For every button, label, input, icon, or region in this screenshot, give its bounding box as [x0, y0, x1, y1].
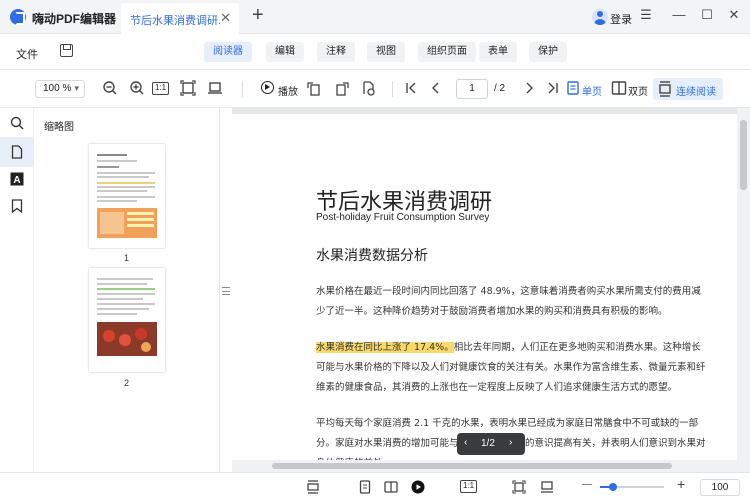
continuous-view-icon[interactable] — [306, 480, 320, 494]
tab-view[interactable]: 视图 — [367, 42, 405, 62]
zoom-in-button[interactable]: + — [677, 476, 685, 492]
zoom-value-input[interactable]: 100 — [700, 479, 740, 496]
thumbnails-title: 缩略图 — [44, 122, 74, 133]
toolbar: 100 % ▾ 1:1 播放 1 / 2 单页 双页 连续阅读 — [0, 70, 750, 108]
thumbnails-panel: 缩略图 1 2 — [34, 108, 220, 472]
zoom-out-icon[interactable] — [102, 80, 118, 96]
single-view-icon[interactable] — [358, 480, 372, 494]
single-page-icon[interactable] — [565, 80, 581, 96]
next-page-button[interactable]: › — [509, 437, 512, 448]
close-tab-icon[interactable]: ✕ — [220, 10, 231, 26]
page-total: / 2 — [494, 83, 506, 94]
tab-annotate[interactable]: 注释 — [317, 42, 355, 62]
play-label[interactable]: 播放 — [278, 83, 298, 98]
paragraph: 水果价格在最近一段时间内同比回落了 48.9%，这意味着消费者购买水果所需支付的… — [316, 286, 701, 317]
login-label: 登录 — [610, 14, 632, 26]
horizontal-scrollbar[interactable] — [232, 460, 737, 472]
play-icon[interactable] — [261, 81, 274, 94]
tab-forms[interactable]: 表单 — [479, 42, 517, 62]
play-icon[interactable] — [411, 480, 425, 494]
tab-reader[interactable]: 阅读器 — [204, 42, 252, 62]
thumbnails-icon[interactable] — [10, 145, 24, 159]
document-subtitle: Post-holiday Fruit Consumption Survey — [316, 212, 490, 223]
app-title: 嗨动PDF编辑器 — [32, 12, 117, 26]
panel-splitter-handle[interactable] — [222, 287, 230, 295]
chevron-down-icon: ▾ — [74, 83, 79, 93]
page-thumbnail-number: 2 — [124, 378, 130, 388]
floating-page-navigator: ‹ 1/2 › — [457, 433, 525, 455]
page-thumbnail-number: 1 — [124, 253, 130, 263]
snapshot-icon[interactable] — [361, 80, 377, 96]
bookmark-icon[interactable] — [10, 199, 24, 213]
previous-page-icon[interactable] — [428, 80, 444, 96]
close-window-button[interactable]: ✕ — [726, 7, 742, 23]
actual-size-button[interactable]: 1:1 — [460, 480, 477, 493]
fit-width-icon[interactable] — [207, 80, 223, 96]
page-number-input[interactable]: 1 — [456, 79, 488, 99]
tab-protect[interactable]: 保护 — [529, 42, 567, 62]
double-page-label[interactable]: 双页 — [628, 83, 648, 98]
rotate-right-icon[interactable] — [334, 80, 350, 96]
toolbar-divider — [392, 81, 393, 97]
paragraph: 水果消费在同比上涨了 17.4%。相比去年同期，人们正在更多地购买和消费水果。这… — [316, 338, 706, 398]
zoom-out-button[interactable]: — — [582, 479, 592, 490]
maximize-button[interactable]: ☐ — [699, 7, 715, 23]
continuous-reading-button[interactable]: 连续阅读 — [653, 78, 723, 100]
file-menu[interactable]: 文件 — [16, 46, 38, 62]
previous-page-button[interactable]: ‹ — [464, 437, 467, 448]
svg-text:A: A — [13, 175, 20, 186]
section-heading: 水果消费数据分析 — [316, 248, 428, 264]
user-avatar-icon — [592, 9, 608, 25]
last-page-icon[interactable] — [545, 80, 561, 96]
double-page-icon[interactable] — [611, 80, 627, 96]
document-tab[interactable]: 节后水果消费调研.p... ✕ — [121, 3, 239, 34]
text-icon[interactable]: A — [10, 172, 24, 186]
zoom-select-value: 100 % — [43, 83, 72, 94]
continuous-reading-icon — [659, 81, 671, 97]
zoom-slider-knob[interactable] — [608, 483, 617, 491]
minimize-button[interactable]: — — [671, 7, 687, 23]
save-icon[interactable] — [60, 44, 73, 57]
document-viewport: 节后水果消费调研 Post-holiday Fruit Consumption … — [232, 108, 750, 472]
tab-edit[interactable]: 编辑 — [266, 42, 304, 62]
tab-organize-pages[interactable]: 组织页面 — [418, 42, 476, 62]
first-page-icon[interactable] — [403, 80, 419, 96]
fit-page-icon[interactable] — [180, 80, 196, 96]
single-page-label[interactable]: 单页 — [582, 83, 602, 98]
app-logo-icon — [10, 9, 26, 25]
document-tab-label: 节后水果消费调研.p... — [130, 15, 220, 27]
zoom-slider[interactable] — [600, 483, 664, 491]
fit-width-icon[interactable] — [540, 480, 554, 494]
page-thumbnail-2[interactable] — [89, 268, 165, 372]
actual-size-button[interactable]: 1:1 — [152, 82, 169, 95]
title-bar: 嗨动PDF编辑器 节后水果消费调研.p... ✕ + 登录 ☰ — ☐ ✕ — [0, 0, 750, 34]
page-indicator: 1/2 — [481, 438, 495, 449]
toolbar-divider — [242, 81, 243, 97]
new-tab-button[interactable]: + — [252, 5, 264, 25]
horizontal-scrollbar-thumb[interactable] — [272, 463, 672, 469]
document-page: 节后水果消费调研 Post-holiday Fruit Consumption … — [232, 114, 737, 472]
vertical-scrollbar[interactable] — [737, 108, 750, 472]
rotate-left-icon[interactable] — [306, 80, 322, 96]
continuous-reading-label: 连续阅读 — [676, 87, 716, 98]
left-icon-rail: A — [0, 108, 34, 472]
page-thumbnail-1[interactable] — [89, 144, 165, 248]
fit-page-icon[interactable] — [512, 480, 526, 494]
menu-icon[interactable]: ☰ — [638, 7, 654, 23]
vertical-scrollbar-thumb[interactable] — [740, 120, 747, 190]
zoom-in-icon[interactable] — [129, 80, 145, 96]
double-view-icon[interactable] — [384, 480, 398, 494]
status-bar: 1:1 — + 100 — [0, 472, 750, 500]
next-page-icon[interactable] — [521, 80, 537, 96]
menu-bar: 文件 阅读器 编辑 注释 视图 组织页面 表单 保护 — [0, 34, 750, 70]
zoom-select[interactable]: 100 % ▾ — [35, 80, 85, 98]
highlighted-text: 水果消费在同比上涨了 17.4%。 — [316, 342, 454, 353]
search-icon[interactable] — [10, 116, 24, 130]
